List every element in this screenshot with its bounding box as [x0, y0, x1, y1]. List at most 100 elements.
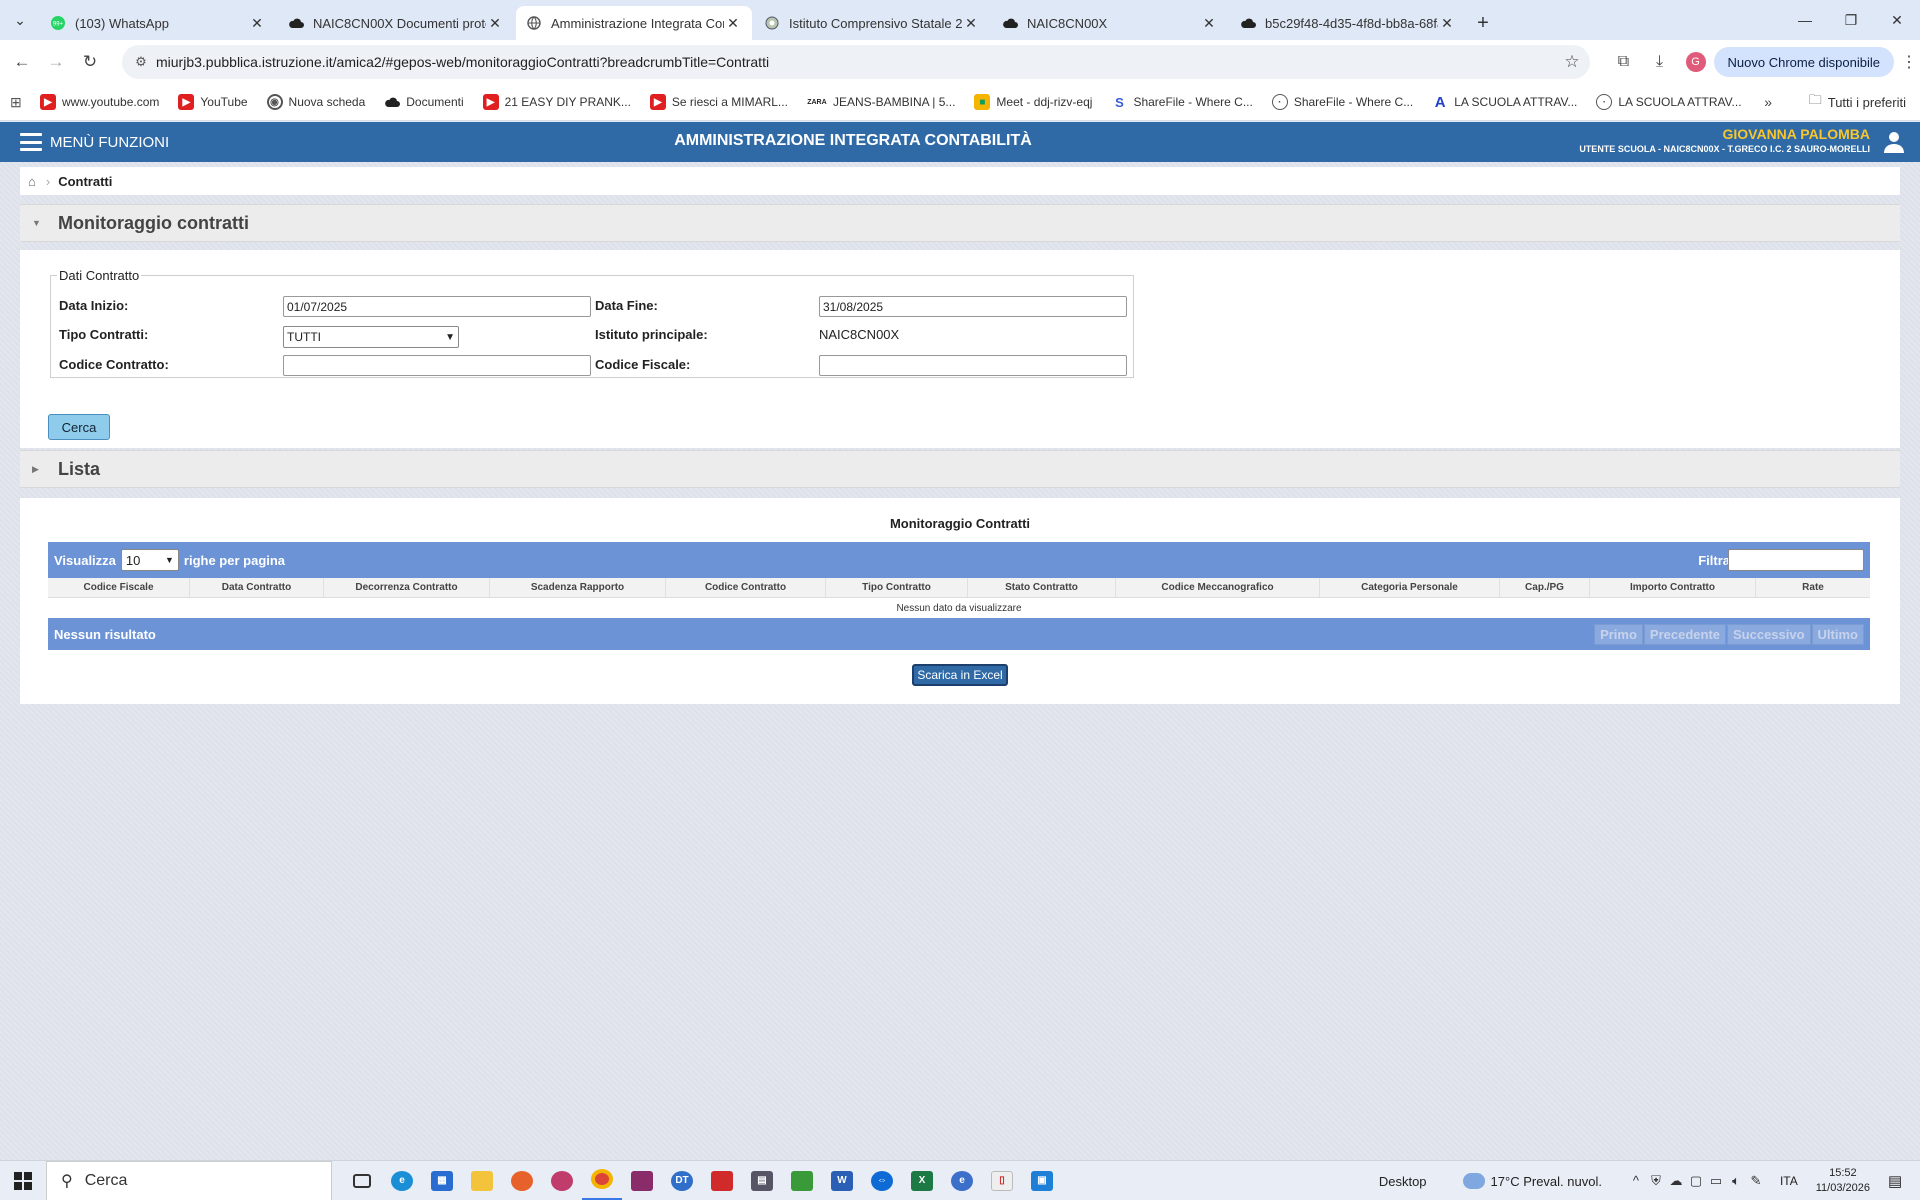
- money-app-icon[interactable]: [782, 1161, 822, 1200]
- clock[interactable]: 15:52 11/03/2026: [1816, 1166, 1870, 1196]
- data-inizio-input[interactable]: [283, 296, 591, 317]
- pager-last-button[interactable]: Ultimo: [1811, 624, 1864, 645]
- more-bookmarks-icon[interactable]: »: [1764, 94, 1772, 110]
- monitoraggio-panel-header[interactable]: ▼ Monitoraggio contratti: [20, 204, 1900, 242]
- tipo-contratti-select[interactable]: TUTTI ▼: [283, 326, 459, 348]
- word-icon[interactable]: W: [822, 1161, 862, 1200]
- tab-whatsapp[interactable]: 99+ (103) WhatsApp ✕: [40, 6, 276, 40]
- close-icon[interactable]: ✕: [248, 15, 266, 32]
- bookmark-item[interactable]: S ShareFile - Where C...: [1111, 94, 1253, 110]
- column-header[interactable]: Categoria Personale: [1320, 578, 1500, 597]
- calculator-icon[interactable]: ▤: [742, 1161, 782, 1200]
- download-excel-button[interactable]: Scarica in Excel: [912, 664, 1008, 686]
- pager-previous-button[interactable]: Precedente: [1643, 624, 1726, 645]
- winrar-icon[interactable]: [622, 1161, 662, 1200]
- store-icon[interactable]: ▦: [422, 1161, 462, 1200]
- column-header[interactable]: Cap./PG: [1500, 578, 1590, 597]
- network-icon[interactable]: ▭: [1706, 1173, 1726, 1189]
- codice-fiscale-input[interactable]: [819, 355, 1127, 376]
- red-app-icon[interactable]: [702, 1161, 742, 1200]
- tab-documenti-protocollo[interactable]: NAIC8CN00X Documenti protocollo ✕: [278, 6, 514, 40]
- pager-first-button[interactable]: Primo: [1594, 624, 1643, 645]
- language-indicator[interactable]: ITA: [1780, 1174, 1798, 1188]
- lista-panel-header[interactable]: ▶ Lista: [20, 450, 1900, 488]
- weather-widget[interactable]: 17°C Preval. nuvol.: [1462, 1173, 1602, 1189]
- all-bookmarks-button[interactable]: 🗀 Tutti i preferiti: [1809, 91, 1906, 113]
- remote-app-icon[interactable]: ▣: [1022, 1161, 1062, 1200]
- taskbar-search[interactable]: ⚲ Cerca: [46, 1160, 332, 1200]
- network-app-icon[interactable]: [542, 1161, 582, 1200]
- bookmark-item[interactable]: A LA SCUOLA ATTRAV...: [1432, 94, 1578, 111]
- bookmark-item[interactable]: ▶ YouTube: [178, 94, 248, 110]
- apps-grid-icon[interactable]: ⊞: [10, 94, 26, 111]
- close-icon[interactable]: ✕: [486, 15, 504, 32]
- bookmark-item[interactable]: ▶ Se riesci a MIMARL...: [649, 94, 788, 110]
- desktop-toolbar-label[interactable]: Desktop: [1379, 1174, 1427, 1189]
- security-icon[interactable]: ⛨: [1646, 1173, 1666, 1189]
- bookmark-item[interactable]: ZARA JEANS-BAMBINA | 5...: [807, 94, 955, 110]
- device-icon[interactable]: ▢: [1686, 1173, 1706, 1189]
- bookmark-item[interactable]: ◉ Nuova scheda: [266, 94, 365, 110]
- column-header[interactable]: Stato Contratto: [968, 578, 1116, 597]
- bookmark-item[interactable]: · LA SCUOLA ATTRAV...: [1596, 94, 1742, 110]
- bookmark-item[interactable]: Documenti: [384, 94, 464, 110]
- internet-explorer-icon[interactable]: e: [942, 1161, 982, 1200]
- reload-icon[interactable]: ↻: [78, 50, 102, 74]
- kebab-menu-icon[interactable]: ⋮: [1898, 52, 1920, 72]
- chrome-icon[interactable]: [582, 1161, 622, 1200]
- tab-naic8cn00x[interactable]: NAIC8CN00X ✕: [992, 6, 1228, 40]
- column-header[interactable]: Scadenza Rapporto: [490, 578, 666, 597]
- column-header[interactable]: Codice Contratto: [666, 578, 826, 597]
- close-icon[interactable]: ✕: [1438, 15, 1456, 32]
- chrome-update-button[interactable]: Nuovo Chrome disponibile: [1713, 47, 1894, 77]
- excel-icon[interactable]: X: [902, 1161, 942, 1200]
- bookmark-item[interactable]: ▶ www.youtube.com: [40, 94, 159, 110]
- chevron-up-icon[interactable]: ^: [1626, 1173, 1646, 1189]
- volume-icon[interactable]: 🔈︎: [1726, 1173, 1746, 1189]
- column-header[interactable]: Decorrenza Contratto: [324, 578, 490, 597]
- bookmark-item[interactable]: · ShareFile - Where C...: [1271, 94, 1413, 110]
- tab-document-id[interactable]: b5c29f48-4d35-4f8d-bb8a-68fa ✕: [1230, 6, 1466, 40]
- bookmark-star-icon[interactable]: ☆: [1554, 52, 1590, 72]
- profile-avatar[interactable]: G: [1685, 52, 1706, 72]
- tab-istituto-comprensivo[interactable]: Istituto Comprensivo Statale 2 S ✕: [754, 6, 990, 40]
- task-view-icon[interactable]: [342, 1161, 382, 1200]
- site-info-icon[interactable]: ⚙: [126, 54, 156, 70]
- page-size-select[interactable]: 10 ▼: [120, 549, 179, 571]
- tab-search-chevron-icon[interactable]: ⌄: [0, 0, 40, 40]
- minimize-icon[interactable]: —: [1782, 0, 1828, 40]
- address-bar[interactable]: ⚙ miurjb3.pubblica.istruzione.it/amica2/…: [122, 45, 1590, 79]
- close-window-icon[interactable]: ✕: [1874, 0, 1920, 40]
- teamviewer-icon[interactable]: ⇔: [862, 1161, 902, 1200]
- restore-icon[interactable]: ❐: [1828, 0, 1874, 40]
- data-fine-input[interactable]: [819, 296, 1127, 317]
- close-icon[interactable]: ✕: [962, 15, 980, 32]
- sync-icon[interactable]: ☁: [1666, 1173, 1686, 1189]
- user-icon[interactable]: [1882, 130, 1906, 154]
- home-icon[interactable]: ⌂: [28, 174, 36, 189]
- bookmark-item[interactable]: ■ Meet - ddj-rizv-eqj: [974, 94, 1092, 110]
- close-icon[interactable]: ✕: [724, 15, 742, 32]
- column-header[interactable]: Rate: [1756, 578, 1870, 597]
- file-explorer-icon[interactable]: [462, 1161, 502, 1200]
- pager-next-button[interactable]: Successivo: [1727, 624, 1811, 645]
- column-header[interactable]: Importo Contratto: [1590, 578, 1756, 597]
- extensions-icon[interactable]: ⧉: [1606, 53, 1642, 71]
- edge-icon[interactable]: e: [382, 1161, 422, 1200]
- pen-icon[interactable]: ✎: [1746, 1173, 1766, 1189]
- bookmark-item[interactable]: ▶ 21 EASY DIY PRANK...: [482, 94, 631, 110]
- notification-icon[interactable]: ▤: [1888, 1172, 1908, 1190]
- codice-contratto-input[interactable]: [283, 355, 591, 376]
- new-tab-plus-icon[interactable]: +: [1468, 6, 1498, 40]
- column-header[interactable]: Tipo Contratto: [826, 578, 968, 597]
- windows-start-icon[interactable]: [0, 1161, 46, 1200]
- search-button[interactable]: Cerca: [48, 414, 110, 440]
- url-text[interactable]: miurjb3.pubblica.istruzione.it/amica2/#g…: [156, 54, 1554, 70]
- back-arrow-icon[interactable]: ←: [10, 50, 34, 74]
- dt-app-icon[interactable]: DT: [662, 1161, 702, 1200]
- column-header[interactable]: Data Contratto: [190, 578, 324, 597]
- close-icon[interactable]: ✕: [1200, 15, 1218, 32]
- firefox-icon[interactable]: [502, 1161, 542, 1200]
- column-header[interactable]: Codice Fiscale: [48, 578, 190, 597]
- pdf-icon[interactable]: ▯: [982, 1161, 1022, 1200]
